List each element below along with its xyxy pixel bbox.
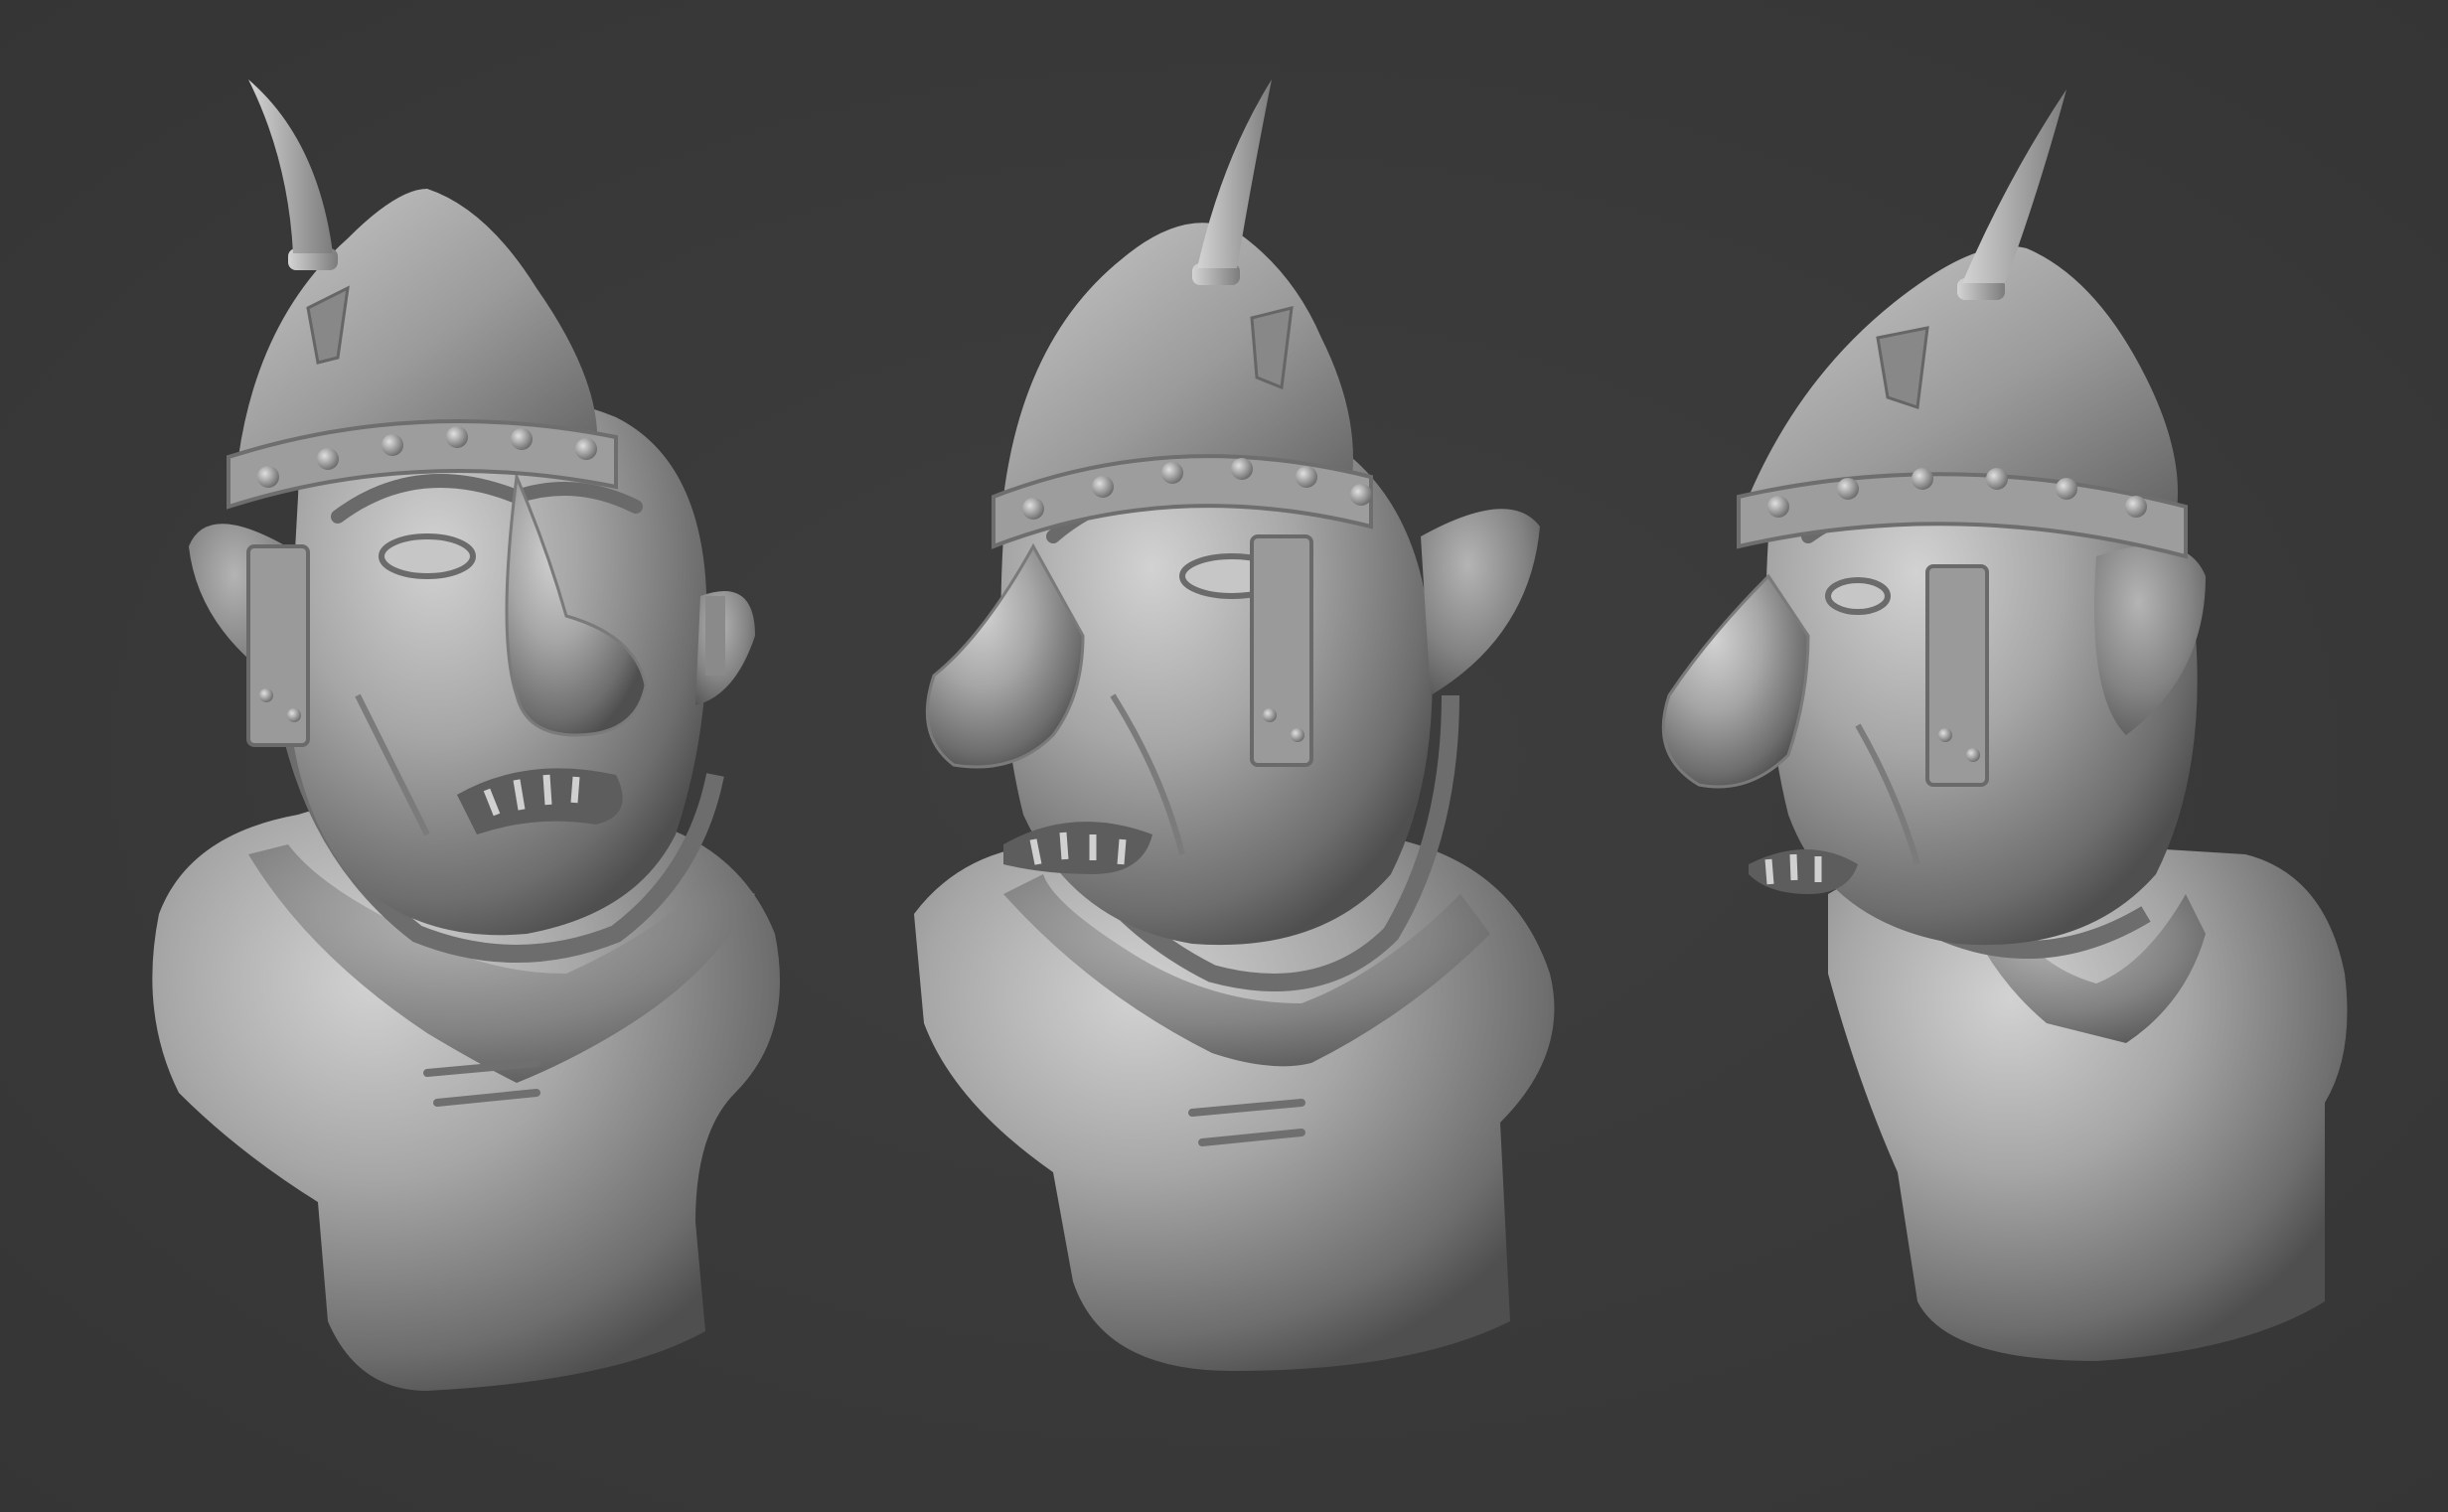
- bust-three-quarter-view: [854, 79, 1609, 1470]
- bust-front-view: [99, 79, 854, 1470]
- bust-profile-view: [1629, 79, 2384, 1470]
- render-canvas: [0, 0, 2448, 1512]
